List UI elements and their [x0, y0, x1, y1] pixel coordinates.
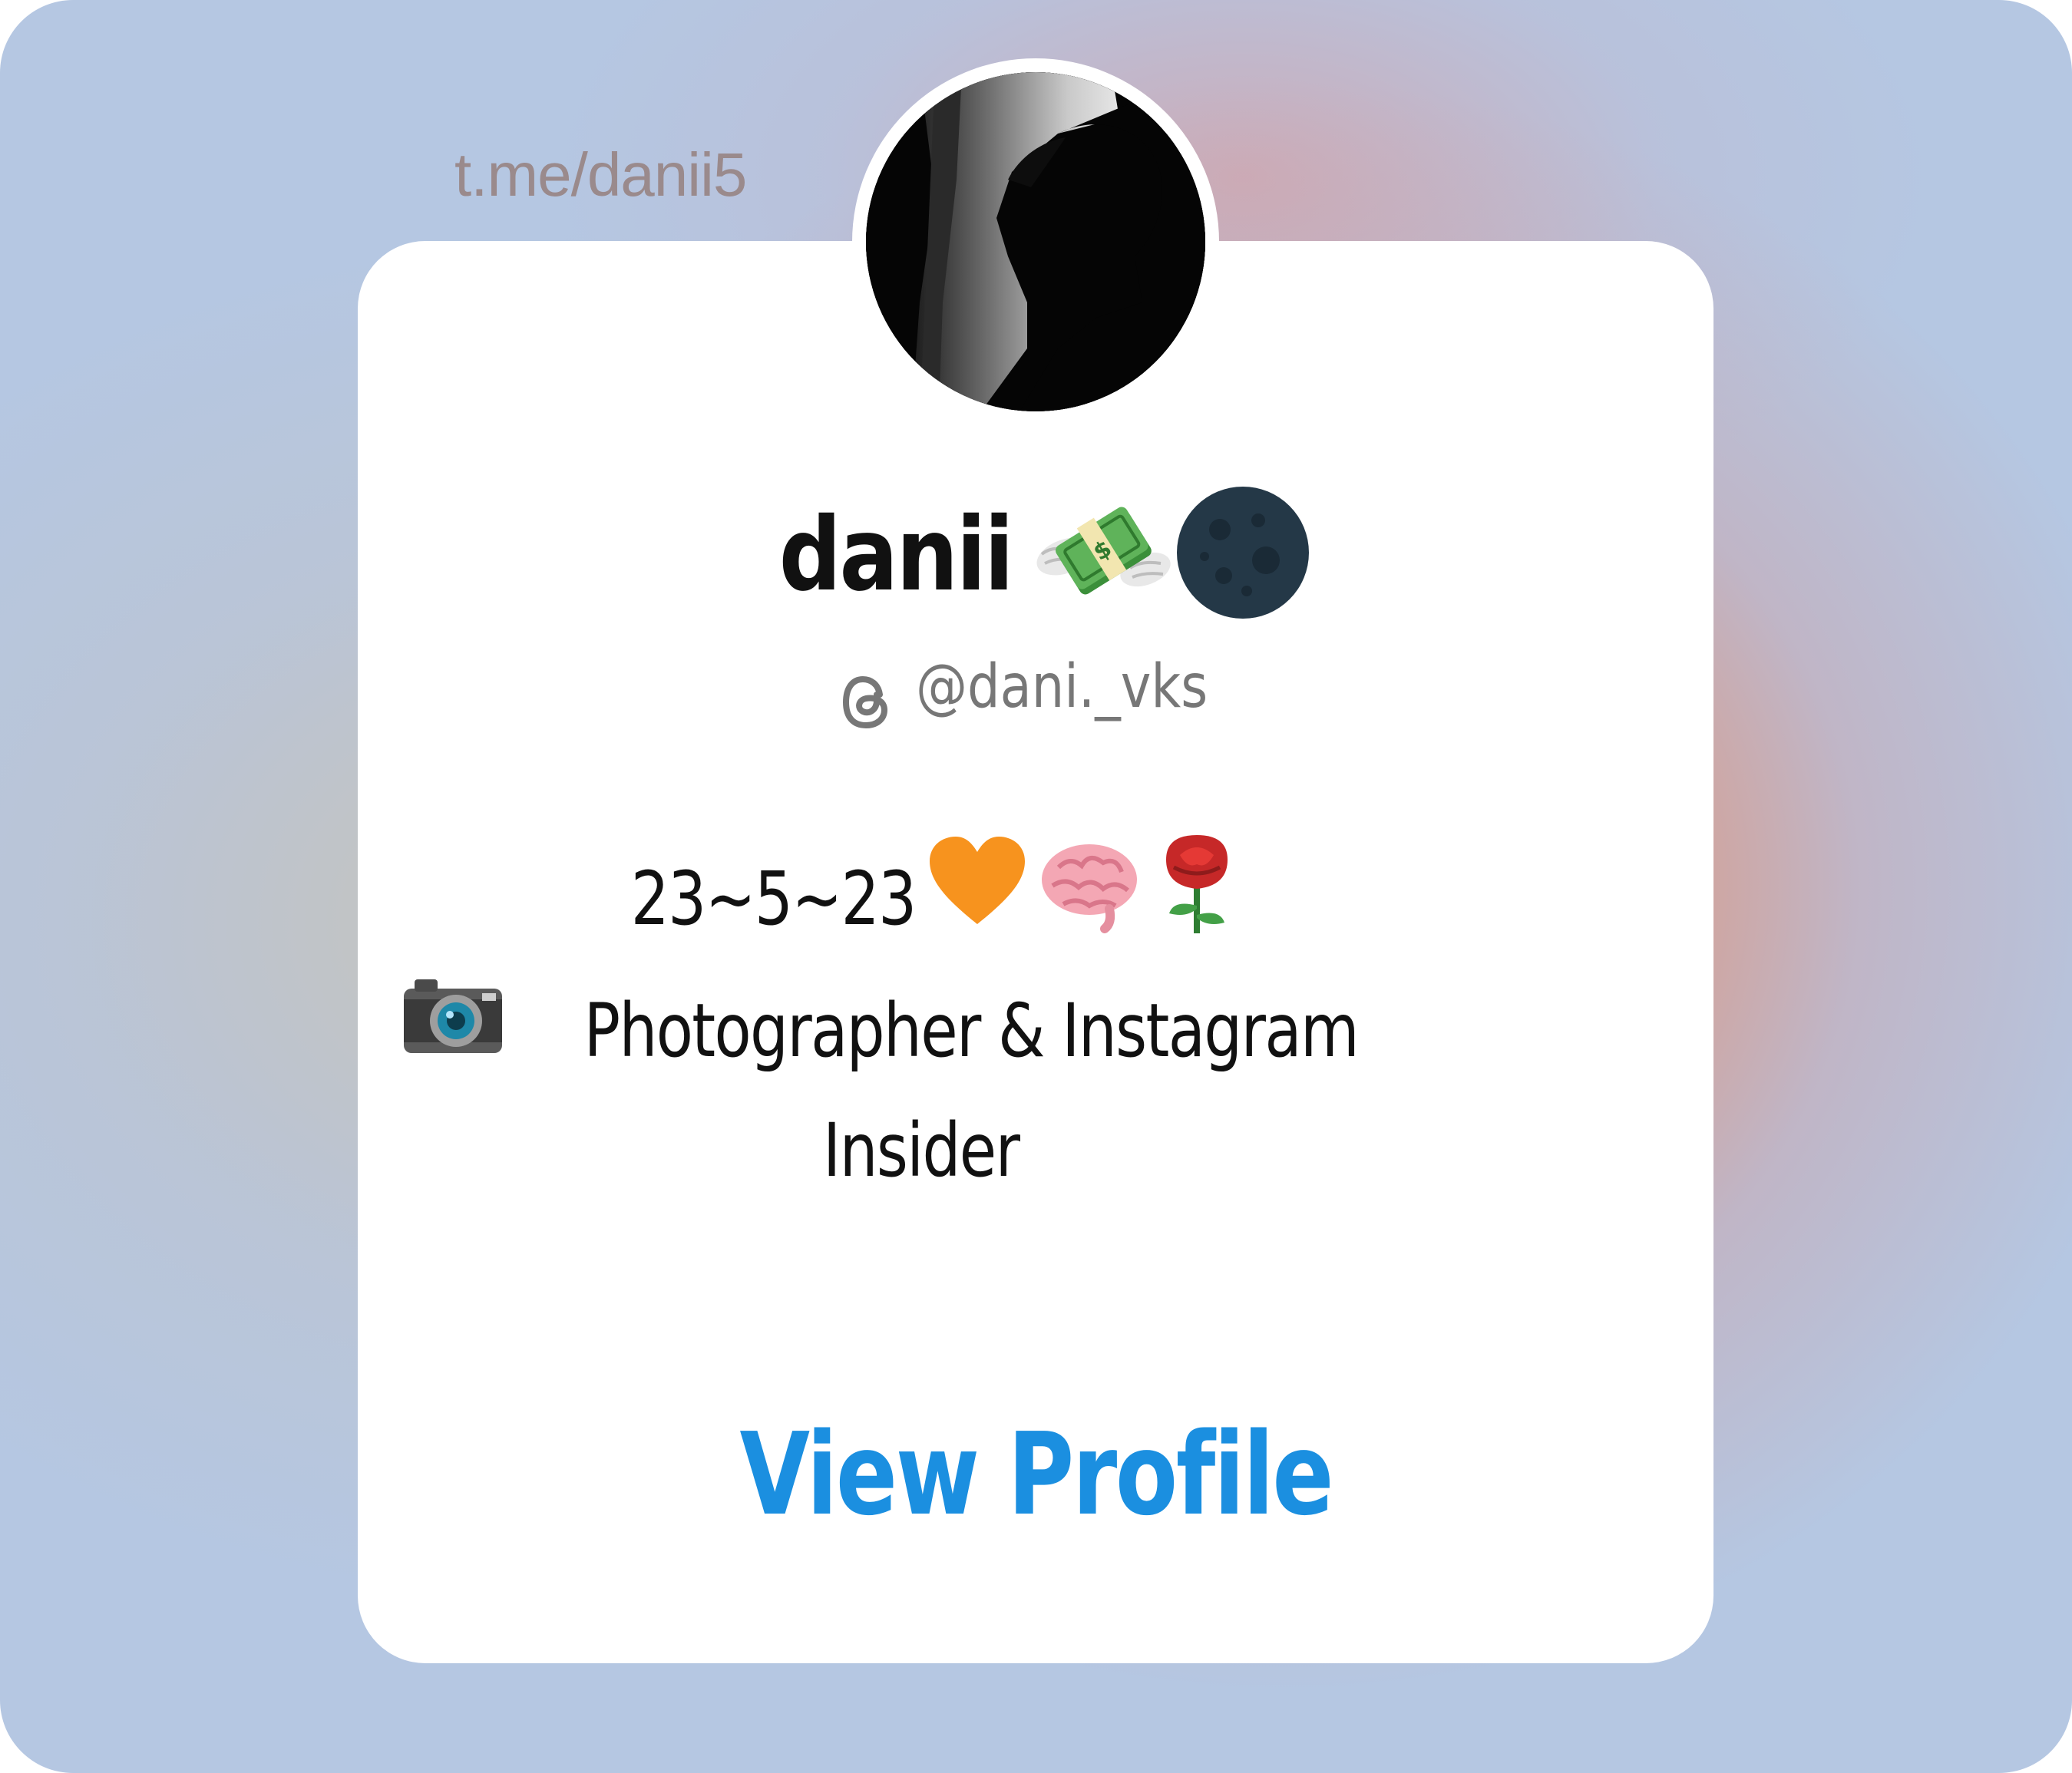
new-moon-icon [1174, 484, 1312, 626]
bio-date: 23~5~23 [630, 856, 917, 942]
profile-handle: @dani._vks [916, 652, 1208, 721]
handle-row[interactable]: @dani._vks [0, 652, 2072, 737]
camera-icon [399, 969, 507, 1093]
bio-occupation: Photographer & Instagram [583, 988, 1360, 1074]
brain-icon [1036, 829, 1143, 969]
background-frame: t.me/danii5 danii $ @dani._vks 23~5~23 P… [0, 0, 2072, 1773]
view-profile-label: View Profile [739, 1408, 1334, 1540]
threads-icon [840, 672, 894, 737]
avatar-photo [866, 72, 1205, 411]
display-name: danii [778, 495, 1014, 614]
avatar[interactable] [852, 58, 1219, 425]
bio-line-1: 23~5~23 [0, 829, 1842, 969]
bio-occupation-cont: Insider [823, 1108, 1020, 1194]
bio-line-2: Photographer & Instagram [0, 969, 1842, 1093]
display-name-row: danii $ [0, 484, 2072, 629]
bio: 23~5~23 Photographer & Instagram Insider [0, 829, 1842, 1208]
telegram-link[interactable]: t.me/danii5 [454, 137, 747, 213]
orange-heart-icon [924, 829, 1031, 969]
money-with-wings-icon: $ [1034, 484, 1172, 626]
rose-icon [1151, 829, 1243, 969]
view-profile-button[interactable]: View Profile [0, 1408, 2072, 1540]
bio-line-3: Insider [0, 1093, 1842, 1208]
